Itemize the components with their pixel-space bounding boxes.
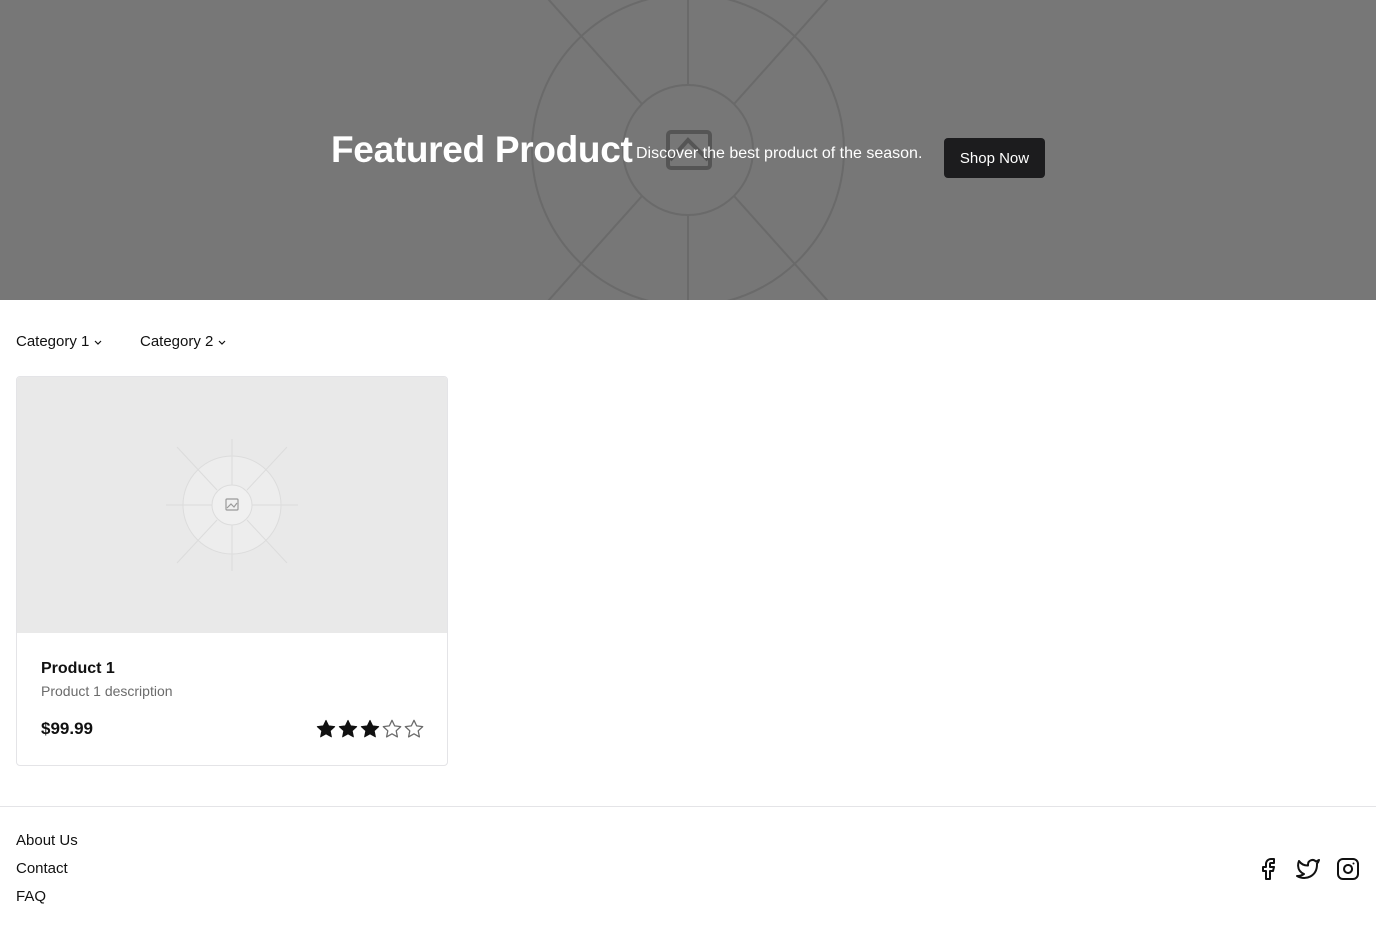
chevron-down-icon (94, 340, 102, 345)
category-1-dropdown[interactable]: Category 1 (16, 333, 103, 350)
category-2-dropdown[interactable]: Category 2 (140, 333, 227, 350)
star-filled-icon (360, 719, 380, 738)
footer-link-contact[interactable]: Contact (16, 860, 68, 877)
category-2-label: Category 2 (140, 333, 214, 350)
product-image-placeholder (17, 377, 447, 633)
instagram-icon[interactable] (1336, 857, 1360, 881)
product-name: Product 1 (41, 660, 115, 677)
product-description: Product 1 description (41, 683, 173, 699)
product-card[interactable]: Product 1 Product 1 description $99.99 (16, 376, 448, 766)
product-rating (315, 718, 425, 740)
footer-link-about-us[interactable]: About Us (16, 832, 78, 849)
hero-banner: Featured Product Discover the best produ… (0, 0, 1376, 300)
shop-now-button[interactable]: Shop Now (944, 138, 1045, 178)
star-empty-icon (404, 719, 424, 738)
star-empty-icon (382, 719, 402, 738)
star-filled-icon (316, 719, 336, 738)
product-price: $99.99 (41, 719, 93, 738)
footer-divider (0, 806, 1376, 807)
footer-link-faq[interactable]: FAQ (16, 888, 46, 905)
twitter-icon[interactable] (1296, 857, 1320, 881)
hero-subtitle: Discover the best product of the season. (636, 145, 923, 162)
chevron-down-icon (218, 340, 226, 345)
star-filled-icon (338, 719, 358, 738)
hero-title: Featured Product (331, 129, 633, 170)
facebook-icon[interactable] (1256, 857, 1280, 881)
category-1-label: Category 1 (16, 333, 90, 350)
